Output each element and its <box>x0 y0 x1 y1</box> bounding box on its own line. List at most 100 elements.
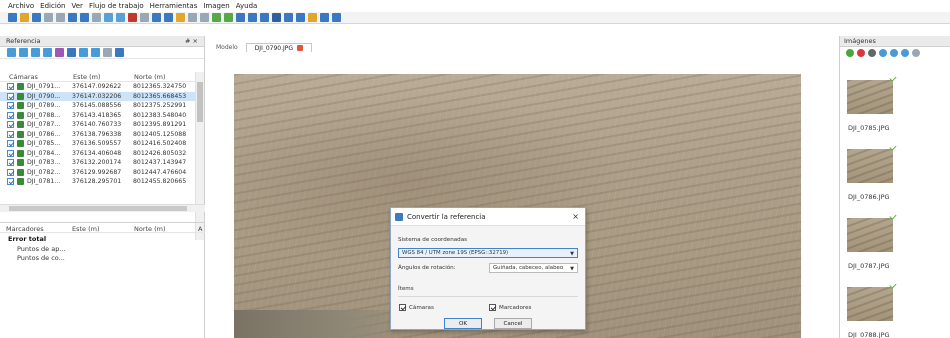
camera-checkbox[interactable] <box>7 149 14 157</box>
col-cameras[interactable]: Cámaras <box>9 73 38 81</box>
angles-select[interactable]: Guiñada, cabeceo, alabeo ▼ <box>489 263 578 273</box>
menu-herramientas[interactable]: Herramientas <box>150 2 198 10</box>
toolbar-button-icon[interactable] <box>248 13 257 22</box>
camera-checkbox[interactable] <box>7 168 14 176</box>
tab-close-icon[interactable] <box>297 45 304 51</box>
reference-tool-icon[interactable] <box>79 48 88 57</box>
marker-row[interactable]: Error total <box>0 235 66 245</box>
reference-tool-icon[interactable] <box>55 48 64 57</box>
camera-row[interactable]: DJI_0787... 376140.760733 8012395.891291 <box>0 120 195 130</box>
col-north[interactable]: Norte (m) <box>134 73 166 81</box>
camera-checkbox[interactable] <box>7 130 14 138</box>
toolbar-button-icon[interactable] <box>296 13 305 22</box>
toolbar-button-icon[interactable] <box>320 13 329 22</box>
camera-row[interactable]: DJI_0789... 376145.088556 8012375.252991 <box>0 101 195 111</box>
cancel-button[interactable]: Cancel <box>494 318 532 329</box>
toolbar-button-icon[interactable] <box>80 13 89 22</box>
camera-checkbox[interactable] <box>7 159 14 167</box>
tab-image[interactable]: DJI_0790.JPG <box>245 43 313 52</box>
menu-ver[interactable]: Ver <box>72 2 83 10</box>
toolbar-button-icon[interactable] <box>176 13 185 22</box>
toolbar-button-icon[interactable] <box>308 13 317 22</box>
image-tool-icon[interactable] <box>890 49 898 57</box>
crs-select[interactable]: WGS 84 / UTM zone 19S (EPSG::32719) ▼ <box>398 248 578 258</box>
camera-row[interactable]: DJI_0786... 376138.796338 8012405.125088 <box>0 130 195 140</box>
camera-checkbox[interactable] <box>7 83 14 91</box>
image-tool-icon[interactable] <box>879 49 887 57</box>
toolbar-button-icon[interactable] <box>140 13 149 22</box>
toolbar-button-icon[interactable] <box>164 13 173 22</box>
marker-row[interactable]: Puntos de ap... <box>0 245 66 255</box>
camera-row[interactable]: DJI_0784... 376134.406048 8012426.805032 <box>0 149 195 159</box>
image-thumbnail[interactable] <box>847 80 893 114</box>
toolbar-button-icon[interactable] <box>104 13 113 22</box>
col-markers-north[interactable]: Norte (m) <box>134 225 166 233</box>
toolbar-button-icon[interactable] <box>116 13 125 22</box>
camera-row[interactable]: DJI_0790... 376147.032206 8012365.668453 <box>0 91 195 101</box>
vscroll-thumb[interactable] <box>197 82 203 122</box>
image-thumbnail[interactable] <box>847 287 893 321</box>
col-markers-extra[interactable]: A <box>198 225 202 233</box>
reference-tool-icon[interactable] <box>91 48 100 57</box>
reference-tool-icon[interactable] <box>7 48 16 57</box>
camera-row[interactable]: DJI_0782... 376129.992687 8012447.476604 <box>0 168 195 178</box>
toolbar-button-icon[interactable] <box>188 13 197 22</box>
toolbar-button-icon[interactable] <box>56 13 65 22</box>
cameras-hscroll[interactable] <box>0 204 205 212</box>
image-tool-icon[interactable] <box>912 49 920 57</box>
toolbar-button-icon[interactable] <box>128 13 137 22</box>
camera-row[interactable]: DJI_0788... 376143.418365 8012383.548040 <box>0 111 195 121</box>
image-tool-icon[interactable] <box>846 49 854 57</box>
toolbar-button-icon[interactable] <box>236 13 245 22</box>
menu-archivo[interactable]: Archivo <box>8 2 34 10</box>
toolbar-button-icon[interactable] <box>20 13 29 22</box>
toolbar-button-icon[interactable] <box>212 13 221 22</box>
toolbar-button-icon[interactable] <box>284 13 293 22</box>
toolbar-button-icon[interactable] <box>272 13 281 22</box>
camera-checkbox[interactable] <box>7 102 14 110</box>
col-markers-east[interactable]: Este (m) <box>72 225 100 233</box>
toolbar-button-icon[interactable] <box>260 13 269 22</box>
menu-imagen[interactable]: Imagen <box>203 2 229 10</box>
toolbar-button-icon[interactable] <box>32 13 41 22</box>
toolbar-button-icon[interactable] <box>44 13 53 22</box>
panel-controls[interactable]: # × <box>185 37 198 45</box>
close-icon[interactable]: × <box>572 212 579 221</box>
camera-checkbox[interactable] <box>7 140 14 148</box>
image-tool-icon[interactable] <box>901 49 909 57</box>
image-thumbnail[interactable] <box>847 149 893 183</box>
menu-ayuda[interactable]: Ayuda <box>236 2 258 10</box>
camera-checkbox[interactable] <box>7 92 14 100</box>
camera-checkbox[interactable] <box>7 178 14 186</box>
reference-tool-icon[interactable] <box>31 48 40 57</box>
reference-tool-icon[interactable] <box>103 48 112 57</box>
cameras-checkbox[interactable] <box>399 304 406 311</box>
toolbar-button-icon[interactable] <box>152 13 161 22</box>
reference-tool-icon[interactable] <box>115 48 124 57</box>
ok-button[interactable]: OK <box>444 318 482 329</box>
camera-row[interactable]: DJI_0785... 376136.509557 8012416.502408 <box>0 139 195 149</box>
toolbar-button-icon[interactable] <box>92 13 101 22</box>
reference-tool-icon[interactable] <box>43 48 52 57</box>
toolbar-button-icon[interactable] <box>332 13 341 22</box>
camera-checkbox[interactable] <box>7 111 14 119</box>
col-markers[interactable]: Marcadores <box>6 225 44 233</box>
cameras-vscroll[interactable] <box>195 72 204 240</box>
menu-edicion[interactable]: Edición <box>40 2 65 10</box>
marker-row[interactable]: Puntos de co... <box>0 254 66 264</box>
image-tool-icon[interactable] <box>868 49 876 57</box>
toolbar-button-icon[interactable] <box>200 13 209 22</box>
toolbar-button-icon[interactable] <box>8 13 17 22</box>
hscroll-thumb[interactable] <box>9 206 187 211</box>
tab-model[interactable]: Modelo <box>208 43 246 52</box>
reference-tool-icon[interactable] <box>67 48 76 57</box>
col-east[interactable]: Este (m) <box>73 73 101 81</box>
camera-row[interactable]: DJI_0791... 376147.092622 8012365.324750 <box>0 82 195 92</box>
toolbar-button-icon[interactable] <box>68 13 77 22</box>
toolbar-button-icon[interactable] <box>224 13 233 22</box>
camera-row[interactable]: DJI_0783... 376132.200174 8012437.143947 <box>0 158 195 168</box>
reference-tool-icon[interactable] <box>19 48 28 57</box>
camera-row[interactable]: DJI_0781... 376128.295701 8012455.820665 <box>0 177 195 187</box>
image-tool-icon[interactable] <box>857 49 865 57</box>
image-thumbnail[interactable] <box>847 218 893 252</box>
